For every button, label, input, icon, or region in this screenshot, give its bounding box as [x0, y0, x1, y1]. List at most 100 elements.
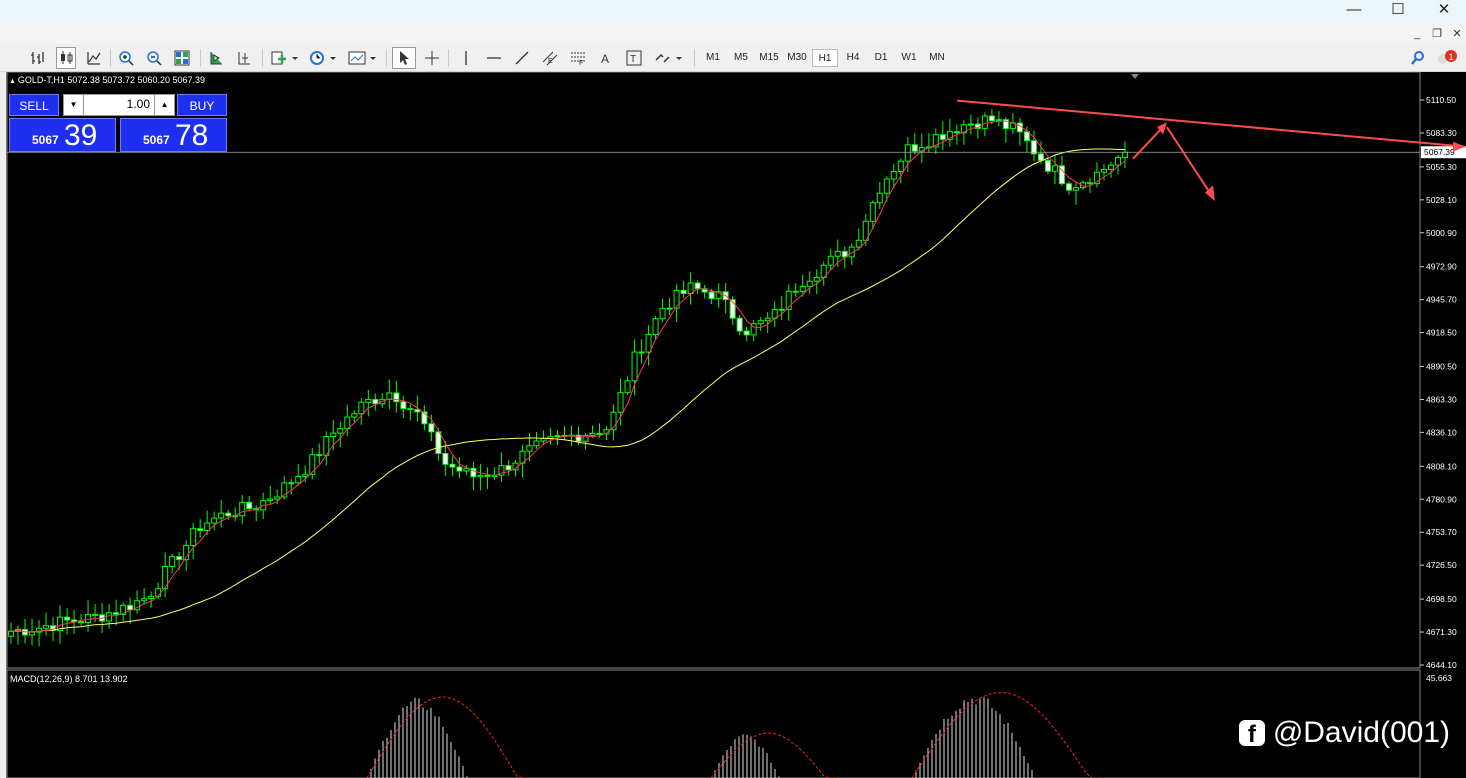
candle-body	[1072, 187, 1079, 191]
candle-body	[540, 437, 547, 442]
zoom-in-icon[interactable]	[116, 47, 136, 69]
periods-clock-icon[interactable]	[306, 47, 340, 69]
line-chart-icon[interactable]	[84, 47, 104, 69]
buy-price-display[interactable]: 5067 78	[120, 118, 227, 152]
chart-symbol-info: GOLD-T,H1 5072.38 5073.72 5060.20 5067.3…	[17, 75, 206, 85]
candle-body	[400, 401, 407, 410]
window-close-button[interactable]: ✕	[1424, 0, 1464, 22]
vertical-line-icon[interactable]	[456, 47, 476, 69]
price-tick-label: 4808.10	[1426, 461, 1457, 471]
candle-body	[225, 512, 232, 517]
price-tick-label: 5110.50	[1426, 95, 1456, 105]
candle-body	[218, 512, 225, 519]
equidistant-channel-icon[interactable]: E	[540, 47, 560, 69]
tile-windows-icon[interactable]	[172, 47, 192, 69]
bar-chart-icon[interactable]	[28, 47, 48, 69]
facebook-logo-icon: f	[1238, 720, 1265, 748]
candle-body	[1051, 165, 1058, 172]
chart-restore-button[interactable]: ❐	[1430, 27, 1444, 41]
candle-body	[638, 351, 645, 354]
candle-body	[1100, 169, 1107, 173]
candle-body	[169, 556, 176, 567]
cursor-icon[interactable]	[392, 47, 416, 69]
one-click-trading-panel: SELL ▼ 1.00 ▲ BUY 5067 39 5067 78	[9, 94, 229, 152]
candle-body	[351, 413, 358, 418]
timeframe-m15-button[interactable]: M15	[756, 49, 782, 67]
mdi-control-bar: _ ❐ ✕	[0, 24, 1466, 44]
chart-shift-icon[interactable]	[234, 47, 254, 69]
candle-body	[855, 239, 862, 248]
text-tool-icon[interactable]: A	[596, 47, 616, 69]
timeframe-h4-button[interactable]: H4	[840, 49, 866, 67]
candle-body	[736, 317, 743, 332]
notifications-icon[interactable]: 1	[1436, 47, 1460, 69]
candle-body	[239, 501, 246, 517]
chart-minimize-button[interactable]: _	[1410, 27, 1424, 41]
window-maximize-button[interactable]: ☐	[1378, 0, 1418, 22]
trendline-icon[interactable]	[512, 47, 532, 69]
price-tick-label: 5055.30	[1426, 162, 1457, 172]
timeframe-m1-button[interactable]: M1	[700, 49, 726, 67]
text-label-icon[interactable]: T	[624, 47, 644, 69]
candle-body	[337, 428, 344, 434]
lot-increase-icon[interactable]: ▲	[154, 95, 174, 115]
fibonacci-icon[interactable]: F	[568, 47, 588, 69]
candlestick-icon[interactable]	[56, 47, 76, 69]
horizontal-line-icon[interactable]	[484, 47, 504, 69]
candle-body	[190, 528, 197, 547]
candle-body	[29, 631, 36, 636]
candle-body	[246, 501, 253, 510]
candle-body	[764, 317, 771, 322]
timeframe-mn-button[interactable]: MN	[924, 49, 950, 67]
search-icon[interactable]	[1408, 47, 1428, 69]
price-tick-label: 4972.90	[1426, 262, 1457, 272]
sell-button[interactable]: SELL	[9, 94, 59, 116]
candle-body	[799, 286, 806, 292]
timeframe-d1-button[interactable]: D1	[868, 49, 894, 67]
arrows-dropdown-icon[interactable]	[652, 47, 686, 69]
candle-body	[897, 160, 904, 172]
candle-body	[127, 604, 134, 611]
chart-close-button[interactable]: ✕	[1450, 27, 1464, 41]
window-minimize-button[interactable]: —	[1334, 0, 1374, 22]
candle-body	[1086, 182, 1093, 185]
candle-body	[1037, 153, 1044, 161]
candle-body	[295, 476, 302, 484]
lot-size-field[interactable]: ▼ 1.00 ▲	[63, 94, 175, 116]
autoscroll-icon[interactable]	[206, 47, 226, 69]
candle-body	[330, 432, 337, 438]
resistance-trendline	[956, 99, 1466, 148]
timeframe-m5-button[interactable]: M5	[728, 49, 754, 67]
timeframe-w1-button[interactable]: W1	[896, 49, 922, 67]
zoom-out-icon[interactable]	[144, 47, 164, 69]
indicators-dropdown-icon[interactable]	[268, 47, 300, 69]
candle-body	[141, 598, 148, 602]
lot-decrease-icon[interactable]: ▼	[64, 95, 84, 115]
crosshair-icon[interactable]	[422, 47, 442, 69]
candle-body	[617, 392, 624, 413]
templates-icon[interactable]	[346, 47, 380, 69]
buy-price-pips: 78	[175, 119, 209, 152]
chart-window[interactable]: 5110.50 5083.30 5055.30 5028.10 5000.90 4972.…	[6, 72, 1466, 778]
chart-canvas[interactable]: 5110.50 5083.30 5055.30 5028.10 5000.90 4972.…	[7, 72, 1466, 778]
notification-count: 1	[1449, 52, 1454, 62]
svg-text:E: E	[548, 58, 553, 65]
lot-size-value[interactable]: 1.00	[127, 97, 150, 111]
candle-body	[211, 517, 218, 524]
collapse-triangle-icon[interactable]: ▲	[9, 78, 18, 85]
candle-body	[981, 115, 988, 129]
candle-body	[428, 423, 435, 433]
buy-button[interactable]: BUY	[177, 94, 227, 116]
price-tick-label: 4671.30	[1426, 627, 1457, 637]
candle-body	[631, 351, 638, 382]
candle-body	[456, 466, 463, 472]
timeframe-m30-button[interactable]: M30	[784, 49, 810, 67]
candle-body	[533, 440, 540, 447]
sell-price-display[interactable]: 5067 39	[9, 118, 116, 152]
candle-body	[106, 612, 113, 622]
timeframe-h1-button[interactable]: H1	[812, 49, 838, 67]
candle-body	[988, 115, 995, 122]
candle-body	[8, 630, 14, 637]
candle-body	[1107, 164, 1114, 171]
candle-body	[309, 454, 316, 475]
